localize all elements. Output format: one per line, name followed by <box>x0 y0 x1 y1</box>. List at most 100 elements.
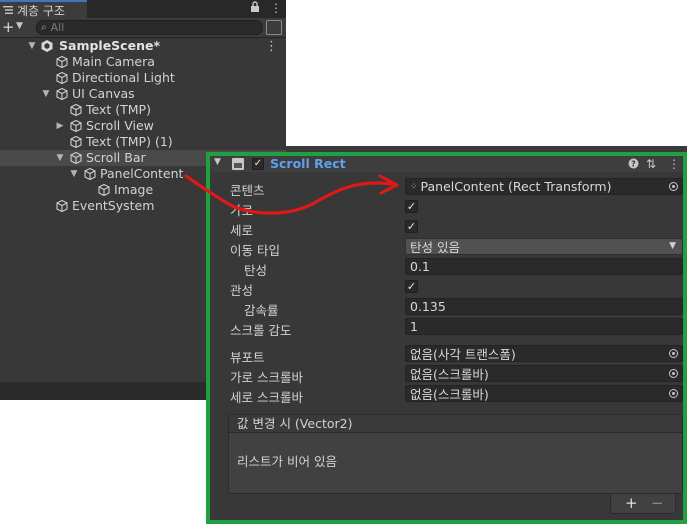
gameobject-cube-icon <box>70 103 82 117</box>
prop-vertical: 세로 ✓ <box>210 217 683 238</box>
remove-listener-button[interactable]: − <box>651 494 664 512</box>
hierarchy-item-scroll-view[interactable]: ▶ Scroll View <box>0 118 286 134</box>
component-enabled-checkbox[interactable]: ✓ <box>252 158 264 170</box>
gameobject-cube-icon <box>70 135 82 149</box>
hierarchy-item-main-camera[interactable]: Main Camera <box>0 54 286 70</box>
hierarchy-item-text-tmp[interactable]: Text (TMP) <box>0 102 286 118</box>
chevron-down-icon[interactable]: ▼ <box>16 21 23 31</box>
vertical-scrollbar-value: 없음(스크롤바) <box>410 387 489 402</box>
prop-horizontal: 가로 ✓ <box>210 197 683 218</box>
gameobject-cube-icon <box>56 55 68 69</box>
event-empty-text: 리스트가 비어 있음 <box>237 454 337 469</box>
hierarchy-footer <box>0 382 206 400</box>
movement-type-value: 탄성 있음 <box>410 240 460 255</box>
prop-label: 스크롤 감도 <box>230 323 292 338</box>
gameobject-cube-icon <box>56 71 68 85</box>
gameobject-cube-icon <box>70 119 82 133</box>
hierarchy-item-text-tmp-1[interactable]: Text (TMP) (1) <box>0 134 286 150</box>
gameobject-cube-icon <box>98 183 110 197</box>
hierarchy-item-label: PanelContent <box>100 166 184 181</box>
hierarchy-toolbar: + ▼ ⌕ All <box>0 18 286 38</box>
horizontal-checkbox[interactable]: ✓ <box>405 200 418 213</box>
horizontal-scrollbar-value: 없음(스크롤바) <box>410 367 489 382</box>
hierarchy-item-label: Image <box>114 182 154 197</box>
hierarchy-search-input[interactable]: ⌕ All <box>36 20 263 35</box>
prop-elasticity: 탄성 0.1 <box>210 257 683 278</box>
movement-type-dropdown[interactable]: 탄성 있음 ▼ <box>405 238 683 255</box>
rect-transform-icon: ⁘ <box>410 181 417 192</box>
chevron-down-icon[interactable]: ▼ <box>55 153 65 163</box>
hierarchy-item-directional-light[interactable]: Directional Light <box>0 70 286 86</box>
scroll-rect-component: ▼ ✓ Scroll Rect ? ⇅ ⋮ 콘텐츠 ⁘ PanelContent… <box>210 156 683 520</box>
search-placeholder: All <box>50 21 65 34</box>
lock-icon[interactable] <box>250 1 260 16</box>
event-footer: + − <box>610 494 676 514</box>
object-picker-icon[interactable] <box>669 182 678 191</box>
elasticity-input[interactable]: 0.1 <box>405 258 683 275</box>
hierarchy-item-label: Main Camera <box>72 54 155 69</box>
prop-viewport: 뷰포트 없음(사각 트랜스폼) <box>210 344 683 365</box>
chevron-down-icon[interactable]: ▼ <box>214 157 221 167</box>
viewport-object-field[interactable]: 없음(사각 트랜스폼) <box>405 345 683 362</box>
kebab-menu-icon[interactable]: ⋮ <box>270 1 282 15</box>
component-header[interactable]: ▼ ✓ Scroll Rect ? ⇅ ⋮ <box>210 156 683 172</box>
content-value: PanelContent (Rect Transform) <box>420 179 612 194</box>
add-listener-button[interactable]: + <box>625 494 638 512</box>
vertical-scrollbar-field[interactable]: 없음(스크롤바) <box>405 385 683 402</box>
hierarchy-item-label: Directional Light <box>72 70 175 85</box>
hierarchy-item-label: Text (TMP) (1) <box>86 134 173 149</box>
on-value-changed-event: 값 변경 시 (Vector2) 리스트가 비어 있음 <box>228 414 683 494</box>
inertia-checkbox[interactable]: ✓ <box>405 280 418 293</box>
vertical-checkbox[interactable]: ✓ <box>405 220 418 233</box>
deceleration-value: 0.135 <box>410 299 446 314</box>
gameobject-cube-icon <box>70 151 82 165</box>
kebab-menu-icon[interactable]: ⋮ <box>668 156 680 172</box>
event-header: 값 변경 시 (Vector2) <box>229 415 682 433</box>
scroll-sensitivity-value: 1 <box>410 319 418 334</box>
hierarchy-item-label: Scroll View <box>86 118 154 133</box>
chevron-right-icon[interactable]: ▶ <box>55 121 65 131</box>
search-icon: ⌕ <box>41 22 47 33</box>
script-icon <box>232 158 244 170</box>
scene-visibility-button[interactable] <box>266 20 282 35</box>
hierarchy-tab-title: 계층 구조 <box>17 3 65 18</box>
hierarchy-tab[interactable]: 계층 구조 <box>0 0 87 18</box>
scroll-sensitivity-input[interactable]: 1 <box>405 318 683 335</box>
chevron-down-icon[interactable]: ▼ <box>41 89 51 99</box>
horizontal-scrollbar-field[interactable]: 없음(스크롤바) <box>405 365 683 382</box>
viewport-value: 없음(사각 트랜스폼) <box>410 347 516 362</box>
hierarchy-item-label: Scroll Bar <box>86 150 146 165</box>
svg-text:?: ? <box>631 160 636 169</box>
prop-vertical-scrollbar: 세로 스크롤바 없음(스크롤바) <box>210 384 683 405</box>
hierarchy-item-ui-canvas[interactable]: ▼ UI Canvas <box>0 86 286 102</box>
elasticity-value: 0.1 <box>410 259 430 274</box>
content-object-field[interactable]: ⁘ PanelContent (Rect Transform) <box>405 178 683 195</box>
prop-label: 세로 스크롤바 <box>230 390 303 405</box>
object-picker-icon[interactable] <box>669 349 678 358</box>
prop-inertia: 관성 ✓ <box>210 277 683 298</box>
chevron-down-icon[interactable]: ▼ <box>69 169 79 179</box>
chevron-down-icon: ▼ <box>669 241 676 251</box>
prop-deceleration: 감속률 0.135 <box>210 297 683 318</box>
add-object-button[interactable]: + <box>2 19 15 35</box>
help-icon[interactable]: ? <box>628 156 639 173</box>
hierarchy-tab-bar: 계층 구조 ⋮ <box>0 0 286 18</box>
object-picker-icon[interactable] <box>669 369 678 378</box>
hierarchy-item-samplescene[interactable]: ▼ SampleScene* ⋮ <box>0 38 286 54</box>
gameobject-cube-icon <box>84 167 96 181</box>
hierarchy-item-label: SampleScene* <box>59 38 160 53</box>
object-picker-icon[interactable] <box>669 389 678 398</box>
inspector-highlight-frame: ▼ ✓ Scroll Rect ? ⇅ ⋮ 콘텐츠 ⁘ PanelContent… <box>206 152 687 524</box>
prop-movement-type: 이동 타입 탄성 있음 ▼ <box>210 237 683 258</box>
hierarchy-item-label: UI Canvas <box>72 86 135 101</box>
deceleration-input[interactable]: 0.135 <box>405 298 683 315</box>
chevron-down-icon[interactable]: ▼ <box>27 41 37 51</box>
prop-horizontal-scrollbar: 가로 스크롤바 없음(스크롤바) <box>210 364 683 385</box>
preset-icon[interactable]: ⇅ <box>646 156 656 172</box>
hierarchy-item-label: Text (TMP) <box>86 102 151 117</box>
gameobject-cube-icon <box>56 199 68 213</box>
hierarchy-list-icon <box>3 6 13 14</box>
kebab-menu-icon[interactable]: ⋮ <box>265 39 278 54</box>
unity-scene-icon <box>41 40 53 52</box>
prop-content: 콘텐츠 ⁘ PanelContent (Rect Transform) <box>210 177 683 198</box>
